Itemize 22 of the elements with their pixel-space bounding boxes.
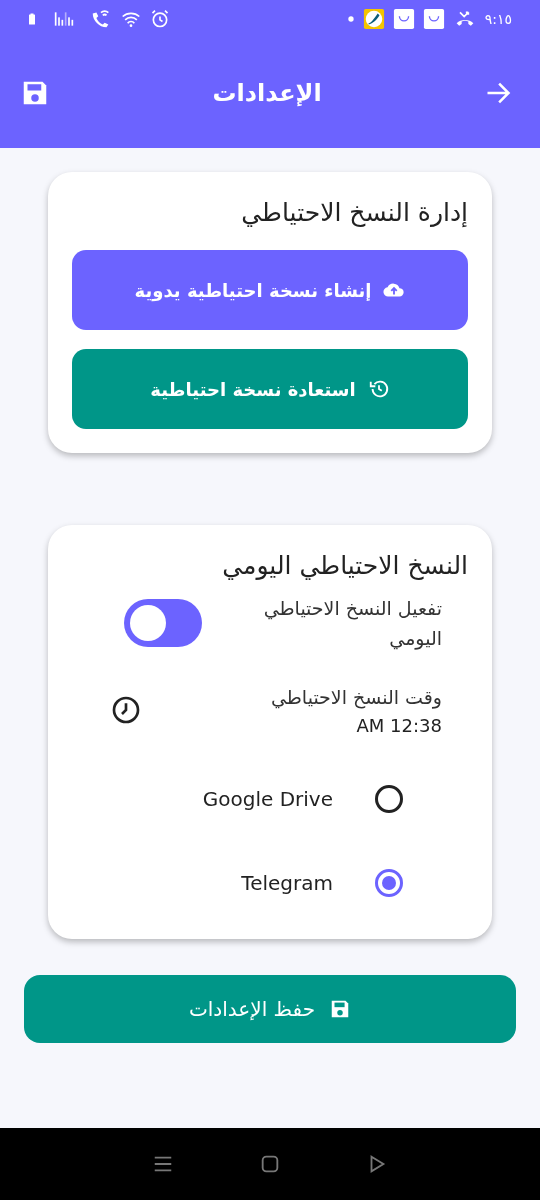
save-button[interactable]: حفظ الإعدادات [24,975,516,1044]
dot-icon [346,15,355,23]
card-title: إدارة النسخ الاحتياطي [240,198,468,228]
time-value: AM 12:38 [355,714,442,739]
restore-button[interactable]: استعادة نسخة احتياطية [72,349,468,429]
bag-icon [422,8,445,30]
status-time: ٩:١٥ [484,9,512,29]
toggle-label: تفعيل النسخ الاحتياطي اليومي [262,596,442,652]
option-label: Telegram [241,870,333,898]
app-icon [362,8,385,30]
page-title: الإعدادات [212,78,322,108]
bag-icon [392,8,415,30]
radio-button[interactable] [375,869,403,898]
radio-button[interactable] [375,785,403,814]
alarm-icon [150,9,170,29]
card-title: النسخ الاحتياطي اليومي [221,551,468,581]
history-icon [367,378,390,400]
toggle-switch[interactable] [124,599,202,648]
option-label: Google Drive [202,786,333,814]
home-icon[interactable] [259,1153,281,1175]
time-label: وقت النسخ الاحتياطي [270,684,442,711]
backup-button[interactable]: إنشاء نسخة احتياطية يدوية [72,250,468,330]
